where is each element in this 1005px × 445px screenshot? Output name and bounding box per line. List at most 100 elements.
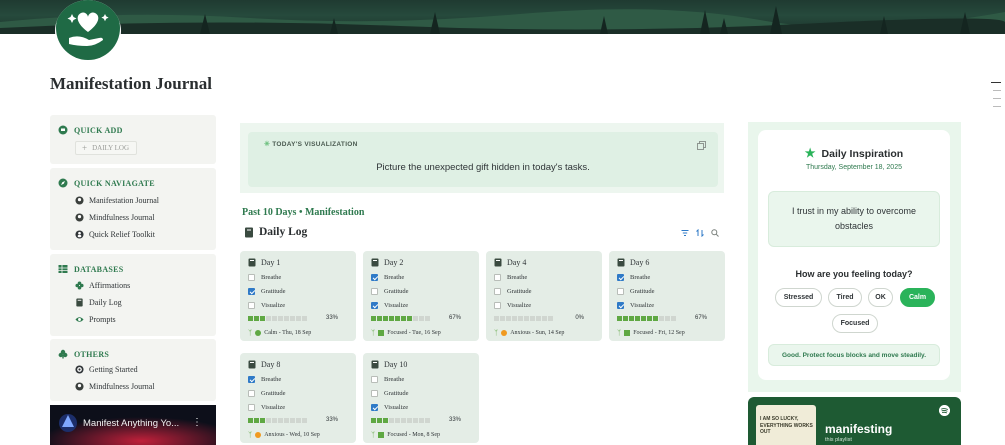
progress-segment (407, 418, 412, 423)
habit-breathe[interactable]: Breathe (248, 376, 281, 383)
habit-gratitude[interactable]: Gratitude (248, 390, 286, 397)
progress-segment (377, 418, 382, 423)
habit-gratitude[interactable]: Gratitude (248, 288, 286, 295)
checkbox[interactable] (617, 274, 624, 281)
progress-percent: 0% (575, 315, 584, 321)
filter-icon[interactable] (681, 229, 689, 237)
db-item-label: Prompts (89, 315, 116, 324)
progress-segment (512, 316, 517, 321)
progress-segment (248, 316, 253, 321)
habit-visualize[interactable]: Visualize (617, 302, 654, 309)
progress-segment (395, 316, 400, 321)
day-card[interactable]: Day 1 Breathe Gratitude Visualize 33% ᛉ Calm -… (240, 251, 356, 341)
habit-breathe[interactable]: Breathe (371, 376, 404, 383)
checkbox[interactable] (248, 274, 255, 281)
habit-gratitude[interactable]: Gratitude (617, 288, 655, 295)
other-item-mindfulness-journal[interactable]: Mindfulness Journal (75, 382, 155, 391)
copy-icon[interactable] (697, 141, 706, 150)
progress-segment (284, 418, 289, 423)
checkbox[interactable] (494, 274, 501, 281)
habit-breathe[interactable]: Breathe (371, 274, 404, 281)
db-item-affirmations[interactable]: Affirmations (75, 281, 130, 290)
add-daily-log-button[interactable]: + DAILY LOG (75, 141, 137, 155)
checkbox[interactable] (617, 288, 624, 295)
day-card[interactable]: Day 6 Breathe Gratitude Visualize 67% ᛉ Focuse… (609, 251, 725, 341)
checkbox[interactable] (371, 274, 378, 281)
chat-icon (58, 125, 68, 135)
habit-gratitude[interactable]: Gratitude (371, 390, 409, 397)
sprout-icon: ᛉ (371, 431, 376, 439)
habit-visualize[interactable]: Visualize (248, 404, 285, 411)
habit-breathe[interactable]: Breathe (494, 274, 527, 281)
habit-visualize[interactable]: Visualize (371, 302, 408, 309)
habit-gratitude[interactable]: Gratitude (371, 288, 409, 295)
mood-pill-stressed[interactable]: Stressed (775, 288, 822, 307)
day-card[interactable]: Day 8 Breathe Gratitude Visualize 33% ᛉ Anxiou… (240, 353, 356, 443)
checkbox[interactable] (371, 302, 378, 309)
day-card-title: Day 8 (248, 360, 280, 369)
other-item-getting-started[interactable]: Getting Started (75, 365, 138, 374)
checkbox[interactable] (494, 288, 501, 295)
progress-segment (635, 316, 640, 321)
daily-log-title[interactable]: Daily Log (244, 226, 307, 238)
page-logo (55, 0, 121, 62)
progress-segment (494, 316, 499, 321)
checkbox[interactable] (371, 404, 378, 411)
progress-segment (377, 316, 382, 321)
sprout-icon: ᛉ (494, 329, 499, 337)
page-outline-marks[interactable] (991, 82, 1001, 114)
habit-visualize[interactable]: Visualize (494, 302, 531, 309)
inspiration-date: Thursday, September 18, 2025 (806, 164, 902, 171)
db-item-prompts[interactable]: Prompts (75, 315, 116, 324)
checkbox[interactable] (371, 376, 378, 383)
person-icon (75, 230, 84, 239)
sprout-icon: ᛉ (248, 329, 253, 337)
habit-breathe[interactable]: Breathe (248, 274, 281, 281)
habit-breathe[interactable]: Breathe (617, 274, 650, 281)
habit-gratitude[interactable]: Gratitude (494, 288, 532, 295)
quick-add-heading: QUICK ADD (58, 125, 123, 135)
spotify-embed[interactable]: I AM SO LUCKY, EVERYTHING WORKS OUT mani… (748, 397, 961, 445)
mood-pill-ok[interactable]: OK (868, 288, 893, 307)
progress-percent: 33% (325, 315, 338, 321)
progress-segment (296, 418, 301, 423)
video-embed[interactable]: Manifest Anything Yo... ⋮ (50, 405, 216, 445)
checkbox[interactable] (371, 390, 378, 397)
more-options-icon[interactable]: ⋮ (192, 417, 202, 428)
db-item-daily-log[interactable]: Daily Log (75, 298, 122, 307)
search-icon[interactable] (711, 229, 719, 237)
nav-item-manifestation-journal[interactable]: Manifestation Journal (75, 196, 159, 205)
mood-indicator (255, 432, 262, 438)
checkbox[interactable] (248, 288, 255, 295)
checkbox[interactable] (617, 302, 624, 309)
progress-segment (500, 316, 505, 321)
progress-segment (278, 316, 283, 321)
progress-segment (284, 316, 289, 321)
playlist-subtitle: this playlist (825, 437, 852, 443)
nav-item-mindfulness-journal[interactable]: Mindfulness Journal (75, 213, 155, 222)
progress-percent: 33% (325, 417, 338, 423)
visualization-section: ✳ TODAY'S VISUALIZATION Picture the unex… (240, 123, 724, 193)
visualization-label: ✳ TODAY'S VISUALIZATION (264, 141, 358, 148)
progress-segment (266, 316, 271, 321)
progress-segment (671, 316, 676, 321)
mood-pill-tired[interactable]: Tired (828, 288, 862, 307)
checkbox[interactable] (494, 302, 501, 309)
habit-visualize[interactable]: Visualize (371, 404, 408, 411)
checkbox[interactable] (371, 288, 378, 295)
day-card[interactable]: Day 4 Breathe Gratitude Visualize 0% ᛉ Anxious… (486, 251, 602, 341)
checkbox[interactable] (248, 404, 255, 411)
checkbox[interactable] (248, 302, 255, 309)
habit-visualize[interactable]: Visualize (248, 302, 285, 309)
nav-item-quick-relief-toolkit[interactable]: Quick Relief Toolkit (75, 230, 155, 239)
day-card[interactable]: Day 10 Breathe Gratitude Visualize 33% ᛉ Focus… (363, 353, 479, 443)
progress-segment (665, 316, 670, 321)
checkbox[interactable] (248, 376, 255, 383)
day-card[interactable]: Day 2 Breathe Gratitude Visualize 67% ᛉ Focuse… (363, 251, 479, 341)
sort-icon[interactable] (696, 229, 704, 237)
checkbox[interactable] (248, 390, 255, 397)
progress-percent: 67% (448, 315, 461, 321)
mood-pill-focused[interactable]: Focused (832, 314, 878, 333)
mood-pill-calm[interactable]: Calm (900, 288, 935, 307)
mood-tag: ᛉ Focused - Mon, 8 Sep (371, 431, 441, 439)
